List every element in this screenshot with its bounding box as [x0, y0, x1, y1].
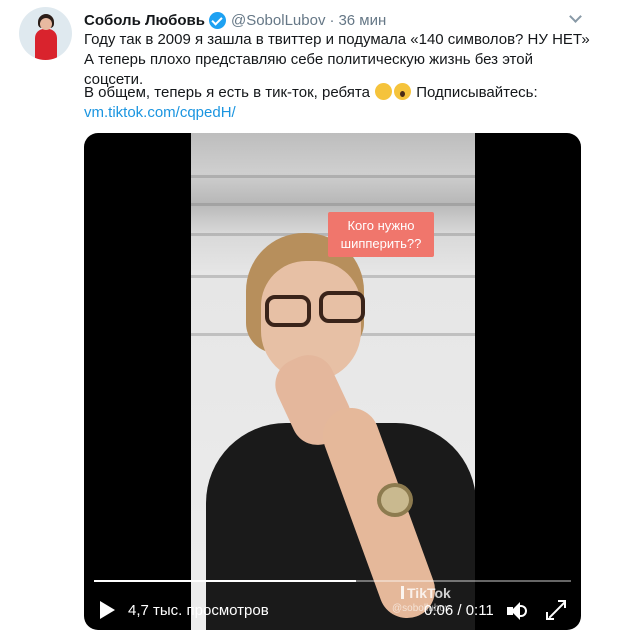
fullscreen-icon-corner: [546, 612, 554, 620]
tweet-time[interactable]: 36 мин: [338, 12, 386, 29]
sticker-line-1: Кого нужно: [347, 218, 415, 233]
fullscreen-icon-corner: [558, 600, 566, 608]
verified-badge-icon: [208, 11, 226, 29]
video-player[interactable]: Кого нужно шипперить?? 4,7 тыс. просмотр…: [84, 133, 581, 630]
tiktok-link[interactable]: vm.tiktok.com/cqpedH/: [84, 103, 236, 123]
glasses-icon: [265, 295, 311, 327]
tweet: Соболь Любовь @SobolLubov · 36 мин Году …: [0, 0, 620, 640]
avatar[interactable]: [19, 7, 72, 60]
progress-fill: [94, 580, 357, 582]
video-timer: 0:06 / 0:11: [424, 602, 494, 619]
tiktok-watermark: TikTok: [394, 585, 451, 601]
waving-hands-emoji: [375, 83, 393, 100]
volume-icon[interactable]: [507, 600, 531, 622]
tweet-header: Соболь Любовь @SobolLubov · 36 мин: [84, 10, 386, 30]
progress-bar[interactable]: [94, 580, 571, 582]
tweet-text-paragraph-2: В общем, теперь я есть в тик-ток, ребята…: [84, 83, 594, 103]
volume-icon-wave: [519, 605, 527, 617]
tiktok-icon: [394, 586, 404, 599]
tiktok-watermark-text: TikTok: [407, 585, 451, 601]
video-frame: Кого нужно шипперить??: [191, 133, 475, 630]
fullscreen-icon[interactable]: [546, 600, 566, 620]
avatar-dress: [35, 29, 57, 60]
subscribe-text: Подписывайтесь:: [416, 84, 538, 101]
wall-slat: [191, 203, 475, 206]
video-sticker: Кого нужно шипперить??: [328, 212, 434, 257]
watch-icon: [377, 483, 413, 517]
avatar-face: [40, 18, 52, 30]
wall-slat: [191, 175, 475, 178]
author-handle[interactable]: @SobolLubov: [231, 12, 325, 29]
glasses-icon: [319, 291, 365, 323]
author-name[interactable]: Соболь Любовь: [84, 12, 205, 29]
view-count: 4,7 тыс. просмотров: [128, 602, 269, 619]
tweet-text-paragraph-1: Году так в 2009 я зашла в твиттер и поду…: [84, 31, 590, 88]
separator-dot: ·: [329, 11, 335, 29]
sticker-line-2: шипперить??: [340, 236, 422, 251]
screaming-face-emoji: [394, 83, 412, 100]
chevron-down-icon[interactable]: [567, 10, 585, 28]
play-icon[interactable]: [98, 601, 116, 619]
tweet-text-line: В общем, теперь я есть в тик-ток, ребята: [84, 84, 370, 101]
